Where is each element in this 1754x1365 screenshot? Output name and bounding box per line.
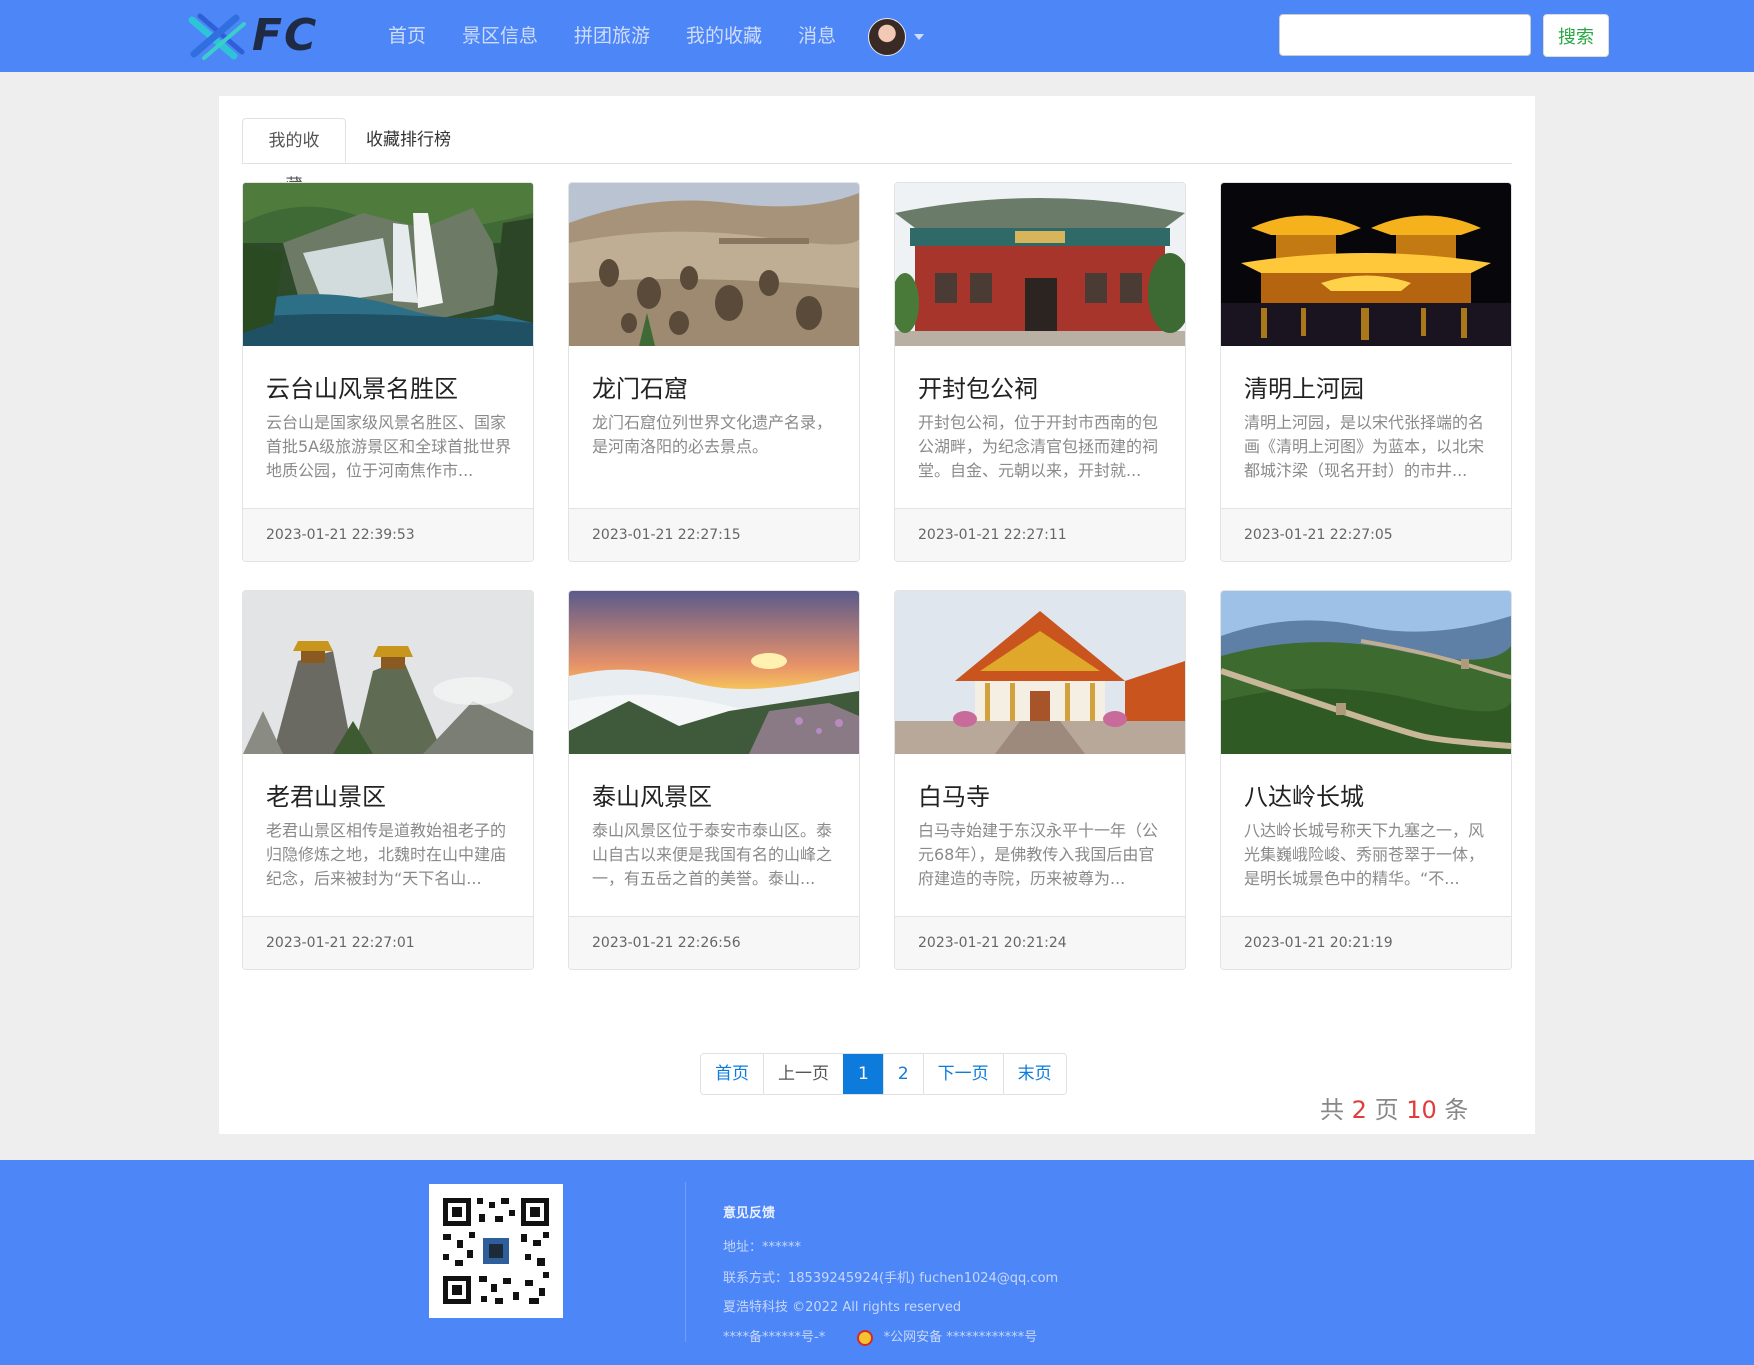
card-title[interactable]: 老君山景区 [266, 777, 386, 812]
card-footer: 2023-01-21 20:21:19 [1221, 916, 1511, 969]
logo-mark-icon [188, 13, 246, 60]
nav-messages[interactable]: 消息 [780, 0, 854, 72]
total-pages: 2 [1351, 1096, 1367, 1124]
scenic-card[interactable]: 老君山景区 老君山景区相传是道教始祖老子的归隐修炼之地，北魏时在山中建庙纪念，后… [242, 590, 534, 970]
card-image-temple-hall [895, 183, 1185, 346]
footer-copyright: 夏浩特科技 ©2022 All rights reserved [723, 1300, 962, 1315]
total-mid: 页 [1374, 1096, 1399, 1124]
card-footer: 2023-01-21 22:26:56 [569, 916, 859, 969]
page-2[interactable]: 2 [882, 1054, 923, 1094]
card-description: 龙门石窟位列世界文化遗产名录，是河南洛阳的必去景点。 [592, 413, 833, 456]
card-image-sunrise-clouds [569, 591, 859, 754]
tab-bar: 我的收藏 收藏排行榜 [242, 118, 1512, 196]
card-title[interactable]: 开封包公祠 [918, 369, 1038, 404]
nav-my-favorites[interactable]: 我的收藏 [668, 0, 780, 72]
total-prefix: 共 [1320, 1096, 1344, 1124]
card-description: 云台山是国家级风景名胜区、国家首批5A级旅游景区和全球首批世界地质公园，位于河南… [266, 413, 512, 480]
footer-divider [685, 1182, 686, 1342]
scenic-card[interactable]: 清明上河园 清明上河园，是以宋代张择端的名画《清明上河图》为蓝本，以北宋都城汴梁… [1220, 182, 1512, 562]
card-title[interactable]: 八达岭长城 [1244, 777, 1364, 812]
site-logo[interactable]: FC [186, 12, 332, 60]
scenic-card[interactable]: 白马寺 白马寺始建于东汉永平十一年（公元68年），是佛教传入我国后由官府建造的寺… [894, 590, 1186, 970]
user-menu-toggle[interactable] [868, 18, 924, 56]
card-footer: 2023-01-21 22:39:53 [243, 508, 533, 561]
card-description: 清明上河园，是以宋代张择端的名画《清明上河图》为蓝本，以北宋都城汴梁（现名开封）… [1244, 413, 1485, 480]
card-description: 白马寺始建于东汉永平十一年（公元68年），是佛教传入我国后由官府建造的寺院，历来… [918, 821, 1159, 888]
card-title[interactable]: 云台山风景名胜区 [266, 369, 458, 404]
avatar [868, 18, 906, 56]
card-title[interactable]: 泰山风景区 [592, 777, 712, 812]
scenic-card[interactable]: 龙门石窟 龙门石窟位列世界文化遗产名录，是河南洛阳的必去景点。 2023-01-… [568, 182, 860, 562]
scenic-card[interactable]: 八达岭长城 八达岭长城号称天下九塞之一，风光集巍峨险峻、秀丽苍翠于一体，是明长城… [1220, 590, 1512, 970]
top-navbar: FC 首页 景区信息 拼团旅游 我的收藏 消息 搜索 [0, 0, 1754, 72]
card-description: 开封包公祠，位于开封市西南的包公湖畔，为纪念清官包拯而建的祠堂。自金、元朝以来，… [918, 413, 1159, 480]
page-prev[interactable]: 上一页 [763, 1054, 843, 1094]
page-last[interactable]: 末页 [1002, 1054, 1066, 1094]
card-timestamp: 2023-01-21 20:21:24 [918, 935, 1067, 951]
search-input[interactable] [1279, 14, 1531, 56]
tab-my-favorites[interactable]: 我的收藏 [242, 118, 346, 196]
card-timestamp: 2023-01-21 22:27:05 [1244, 527, 1393, 543]
footer-address: 地址：****** [723, 1240, 802, 1255]
card-footer: 2023-01-21 20:21:24 [895, 916, 1185, 969]
site-footer: 意见反馈 地址：****** 联系方式：18539245924(手机) fuch… [0, 1160, 1754, 1365]
card-title[interactable]: 清明上河园 [1244, 369, 1364, 404]
nav-group-tour[interactable]: 拼团旅游 [556, 0, 668, 72]
card-image-waterfall [243, 183, 533, 346]
card-image-great-wall [1221, 591, 1511, 754]
card-description: 八达岭长城号称天下九塞之一，风光集巍峨险峻、秀丽苍翠于一体，是明长城景色中的精华… [1244, 821, 1485, 888]
footer-contact: 联系方式：18539245924(手机) fuchen1024@qq.com [723, 1271, 1059, 1286]
tab-favorites-ranking[interactable]: 收藏排行榜 [348, 118, 469, 163]
card-description: 泰山风景区位于泰安市泰山区。泰山自古以来便是我国有名的山峰之一，有五岳之首的美誉… [592, 821, 833, 888]
card-image-night-palace [1221, 183, 1511, 346]
feedback-link[interactable]: 意见反馈 [723, 1202, 775, 1221]
total-items: 10 [1406, 1096, 1437, 1124]
card-title[interactable]: 白马寺 [918, 777, 990, 812]
logo-text: FC [252, 10, 319, 61]
card-description: 老君山景区相传是道教始祖老子的归隐修炼之地，北魏时在山中建庙纪念，后来被封为“天… [266, 821, 507, 888]
qr-code-icon [429, 1184, 563, 1318]
page-next[interactable]: 下一页 [922, 1054, 1003, 1094]
card-footer: 2023-01-21 22:27:05 [1221, 508, 1511, 561]
scenic-card[interactable]: 开封包公祠 开封包公祠，位于开封市西南的包公湖畔，为纪念清官包拯而建的祠堂。自金… [894, 182, 1186, 562]
police-record-link[interactable]: *公网安备 ************号 [884, 1330, 1038, 1345]
nav-home[interactable]: 首页 [370, 0, 444, 72]
card-footer: 2023-01-21 22:27:15 [569, 508, 859, 561]
card-timestamp: 2023-01-21 22:27:15 [592, 527, 741, 543]
card-timestamp: 2023-01-21 22:27:01 [266, 935, 415, 951]
pagination-summary: 共 2 页 10 条 [1320, 1090, 1468, 1125]
qr-code [429, 1184, 563, 1318]
card-title[interactable]: 龙门石窟 [592, 369, 688, 404]
card-footer: 2023-01-21 22:27:01 [243, 916, 533, 969]
favorites-panel: 我的收藏 收藏排行榜 云台山风景名胜区 云台山是国家级风景名胜区、国家首批5A级… [219, 96, 1535, 1134]
card-timestamp: 2023-01-21 20:21:19 [1244, 935, 1393, 951]
page-first[interactable]: 首页 [701, 1054, 763, 1094]
card-footer: 2023-01-21 22:27:11 [895, 508, 1185, 561]
page-1[interactable]: 1 [843, 1054, 883, 1094]
card-image-mountain-pavilions [243, 591, 533, 754]
scenic-card[interactable]: 泰山风景区 泰山风景区位于泰安市泰山区。泰山自古以来便是我国有名的山峰之一，有五… [568, 590, 860, 970]
card-timestamp: 2023-01-21 22:27:11 [918, 527, 1067, 543]
footer-icp: ****备******号-* *公网安备 ************号 [723, 1326, 1037, 1346]
card-timestamp: 2023-01-21 22:39:53 [266, 527, 415, 543]
police-badge-icon [857, 1329, 874, 1346]
nav-scenic-info[interactable]: 景区信息 [444, 0, 556, 72]
pagination: 首页 上一页 1 2 下一页 末页 [700, 1053, 1067, 1095]
card-image-grottoes [569, 183, 859, 346]
main-nav: 首页 景区信息 拼团旅游 我的收藏 消息 [370, 0, 854, 72]
search-button[interactable]: 搜索 [1543, 14, 1609, 57]
scenic-card[interactable]: 云台山风景名胜区 云台山是国家级风景名胜区、国家首批5A级旅游景区和全球首批世界… [242, 182, 534, 562]
card-timestamp: 2023-01-21 22:26:56 [592, 935, 741, 951]
card-image-golden-temple [895, 591, 1185, 754]
chevron-down-icon [914, 34, 924, 40]
total-suffix: 条 [1444, 1096, 1469, 1124]
icp-link[interactable]: ****备******号-* [723, 1330, 825, 1345]
